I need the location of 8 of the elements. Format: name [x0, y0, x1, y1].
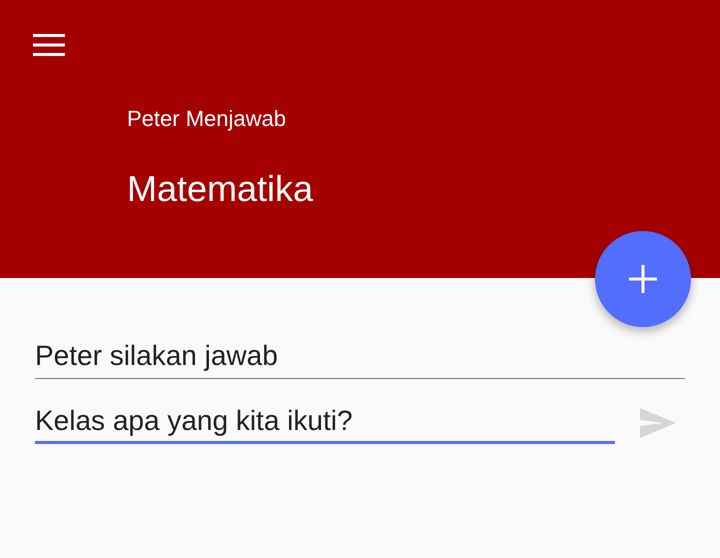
text-field[interactable]: Kelas apa yang kita ikuti?	[35, 401, 615, 444]
header-subtitle: Peter Menjawab	[127, 105, 286, 133]
send-icon	[640, 408, 676, 438]
menu-button[interactable]	[33, 33, 65, 57]
plus-icon	[629, 265, 657, 293]
text-field[interactable]: Peter silakan jawab	[35, 336, 685, 379]
header-title: Matematika	[127, 167, 314, 211]
menu-icon	[33, 33, 65, 57]
